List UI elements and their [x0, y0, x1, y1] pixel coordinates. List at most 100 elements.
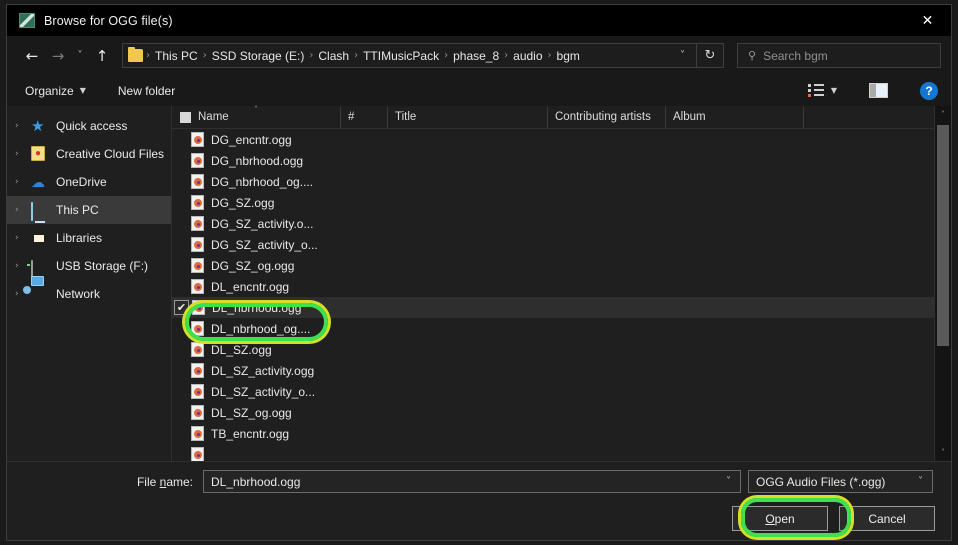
filetype-select[interactable]: OGG Audio Files (*.ogg) ˅	[748, 470, 933, 493]
column-header-name[interactable]: Name	[191, 105, 341, 129]
file-name-label: DL_SZ_activity_o...	[211, 384, 316, 399]
table-row[interactable]: DG_SZ_activity.o...	[172, 213, 934, 234]
column-header-contributing-artists[interactable]: Contributing artists	[548, 105, 666, 129]
file-name-label: DG_encntr.ogg	[211, 132, 292, 147]
table-row[interactable]: DL_SZ_og.ogg	[172, 402, 934, 423]
table-row-content: DG_SZ_og.ogg	[191, 258, 294, 273]
table-row[interactable]: DL_nbrhood_og....	[172, 318, 934, 339]
table-row-content: DL_SZ.ogg	[191, 342, 272, 357]
select-all-checkbox[interactable]	[172, 106, 191, 129]
sidebar-item-label: This PC	[56, 203, 99, 217]
sidebar-item-quick-access[interactable]: › ★ Quick access	[7, 112, 171, 140]
scrollbar-track[interactable]	[935, 123, 951, 444]
open-button[interactable]: Open	[732, 506, 828, 531]
chevron-down-icon[interactable]: ˅	[909, 476, 932, 487]
file-name-label: DL_SZ_activity.ogg	[211, 363, 315, 378]
search-box[interactable]: ⚲ Search bgm	[737, 43, 941, 68]
sidebar-item-label: Network	[56, 287, 101, 301]
row-checkbox[interactable]: ✔	[174, 300, 189, 315]
creative-cloud-icon: ●	[31, 146, 49, 162]
filename-input[interactable]: DL_nbrhood.ogg ˅	[203, 470, 741, 493]
computer-icon	[31, 202, 49, 221]
table-row-content: DL_SZ_og.ogg	[191, 405, 292, 420]
table-row-content	[191, 447, 211, 461]
table-row[interactable]: DG_nbrhood_og....	[172, 171, 934, 192]
file-name-label: DG_nbrhood_og....	[211, 174, 314, 189]
chevron-right-icon[interactable]: ›	[15, 121, 31, 131]
checkbox-box	[179, 111, 191, 123]
table-row[interactable]: DL_SZ_activity_o...	[172, 381, 934, 402]
view-list-icon	[807, 84, 825, 97]
sidebar-item-creative-cloud-files[interactable]: › ● Creative Cloud Files	[7, 140, 171, 168]
chevron-right-icon[interactable]: ›	[15, 261, 31, 271]
organize-button[interactable]: Organize ▼	[25, 84, 86, 98]
breadcrumb-separator: ›	[354, 50, 359, 61]
chevron-right-icon[interactable]: ›	[15, 177, 31, 187]
up-button[interactable]: ↑	[89, 43, 115, 69]
table-row[interactable]: DG_nbrhood.ogg	[172, 150, 934, 171]
column-header-row: Name # Title Contributing artists Album …	[172, 105, 934, 129]
sidebar-item-libraries[interactable]: › Libraries	[7, 224, 171, 252]
chevron-down-icon: ▼	[830, 86, 837, 95]
chevron-right-icon[interactable]: ›	[15, 233, 31, 243]
sidebar-item-onedrive[interactable]: › ☁ OneDrive	[7, 168, 171, 196]
breadcrumb-item-this-pc[interactable]: This PC	[153, 49, 200, 63]
column-header-track-number[interactable]: #	[341, 105, 388, 129]
cancel-button[interactable]: Cancel	[839, 506, 935, 531]
help-icon[interactable]: ?	[920, 81, 938, 100]
filename-row: File name: DL_nbrhood.ogg ˅ OGG Audio Fi…	[7, 470, 951, 493]
breadcrumb-item-ttimusicpack[interactable]: TTIMusicPack	[361, 49, 441, 63]
vertical-scrollbar[interactable]: ˄ ˅	[934, 106, 951, 461]
table-row[interactable]: DG_SZ_og.ogg	[172, 255, 934, 276]
scroll-down-button[interactable]: ˅	[935, 444, 951, 461]
chevron-right-icon[interactable]: ›	[15, 205, 31, 215]
recent-locations-button[interactable]: ˅	[71, 43, 89, 69]
chevron-down-icon[interactable]: ˅	[717, 476, 740, 487]
table-row[interactable]: DG_SZ.ogg	[172, 192, 934, 213]
breadcrumb-item-ssd-storage[interactable]: SSD Storage (E:)	[210, 49, 307, 63]
file-name-label: DL_SZ_og.ogg	[211, 405, 292, 420]
chevron-down-icon[interactable]: ˅	[671, 50, 694, 61]
file-name-label: TB_encntr.ogg	[211, 426, 290, 441]
forward-button[interactable]: →	[45, 43, 71, 69]
filename-value[interactable]: DL_nbrhood.ogg	[204, 475, 717, 489]
column-header-title[interactable]: Title	[388, 105, 548, 129]
file-name-label: DL_SZ.ogg	[211, 342, 272, 357]
scroll-up-button[interactable]: ˄	[935, 106, 951, 123]
breadcrumb-item-audio[interactable]: audio	[511, 49, 544, 63]
breadcrumb-item-clash[interactable]: Clash	[316, 49, 351, 63]
ogg-audio-file-icon	[191, 174, 204, 189]
table-row[interactable]: DL_SZ_activity.ogg	[172, 360, 934, 381]
table-row[interactable]: DL_encntr.ogg	[172, 276, 934, 297]
search-input[interactable]: Search bgm	[763, 49, 828, 63]
close-icon[interactable]: ✕	[904, 5, 951, 36]
table-row[interactable]	[172, 444, 934, 461]
organize-label: Organize	[25, 83, 74, 98]
scrollbar-thumb[interactable]	[937, 125, 949, 347]
folder-icon	[128, 47, 143, 62]
table-row[interactable]: ✔ DL_nbrhood.ogg	[172, 297, 934, 318]
new-folder-button[interactable]: New folder	[118, 84, 175, 98]
file-name-label: DG_SZ_og.ogg	[211, 258, 295, 273]
refresh-button[interactable]: ↻	[697, 43, 724, 68]
view-options-button[interactable]: ▼	[807, 84, 837, 97]
chevron-right-icon[interactable]: ›	[15, 149, 31, 159]
table-row[interactable]: DL_SZ.ogg	[172, 339, 934, 360]
table-row[interactable]: DG_SZ_activity_o...	[172, 234, 934, 255]
table-row-content: DG_nbrhood_og....	[191, 174, 313, 189]
back-button[interactable]: ←	[19, 43, 45, 69]
column-header-album[interactable]: Album	[666, 105, 804, 129]
sidebar-item-this-pc[interactable]: › This PC	[7, 196, 171, 224]
breadcrumb-separator: ›	[504, 50, 509, 61]
preview-pane-icon[interactable]	[869, 83, 888, 98]
sidebar-item-network[interactable]: › Network	[7, 280, 171, 308]
ogg-audio-file-icon	[191, 321, 204, 336]
breadcrumb-item-phase-8[interactable]: phase_8	[451, 49, 501, 63]
table-row[interactable]: DG_encntr.ogg	[172, 129, 934, 150]
table-row[interactable]: TB_encntr.ogg	[172, 423, 934, 444]
address-bar[interactable]: › This PC › SSD Storage (E:) › Clash › T…	[122, 43, 697, 68]
sidebar-item-label: Libraries	[56, 231, 103, 245]
breadcrumb-item-bgm[interactable]: bgm	[555, 49, 582, 63]
window-title: Browse for OGG file(s)	[44, 13, 173, 28]
file-name-label: DG_SZ_activity_o...	[211, 237, 318, 252]
